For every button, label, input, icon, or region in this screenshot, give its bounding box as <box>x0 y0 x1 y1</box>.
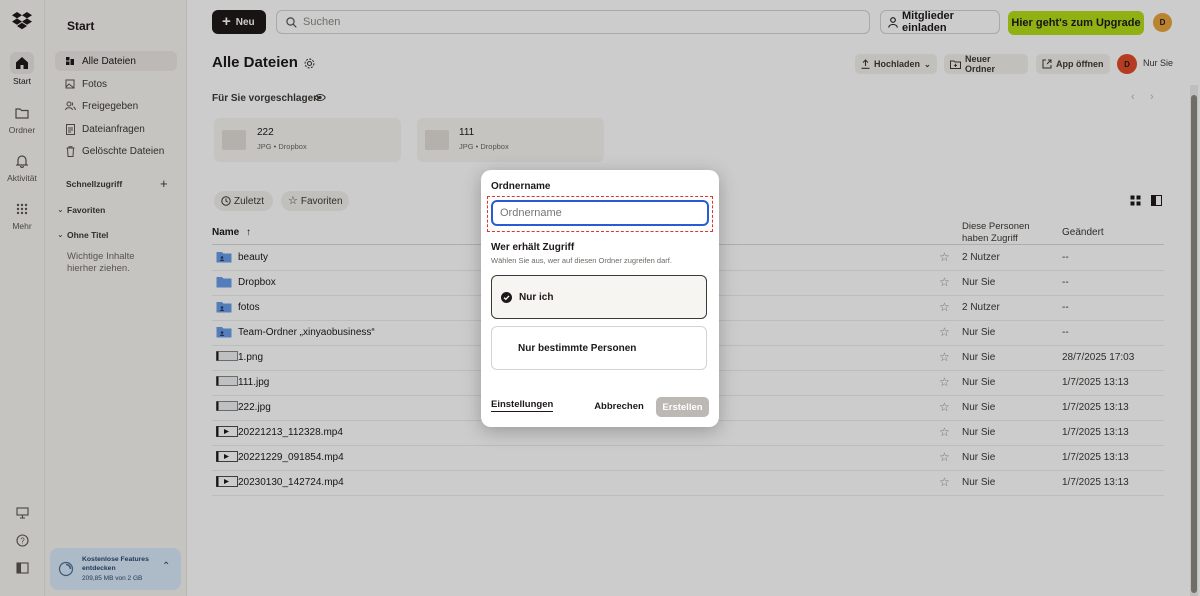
option-specific-people[interactable]: Nur bestimmte Personen <box>491 326 707 370</box>
folder-name-input[interactable] <box>491 200 709 226</box>
settings-link[interactable]: Einstellungen <box>491 399 554 412</box>
check-circle-icon <box>501 291 512 303</box>
access-title: Wer erhält Zugriff <box>491 242 575 253</box>
cancel-button[interactable]: Abbrechen <box>588 396 650 417</box>
option-only-me[interactable]: Nur ich <box>491 275 707 319</box>
create-folder-dialog: Ordnername Wer erhält Zugriff Wählen Sie… <box>481 170 719 427</box>
access-subtitle: Wählen Sie aus, wer auf diesen Ordner zu… <box>491 256 672 265</box>
create-button[interactable]: Erstellen <box>656 397 709 417</box>
option-label: Nur bestimmte Personen <box>518 342 637 354</box>
option-label: Nur ich <box>519 291 554 303</box>
folder-name-label: Ordnername <box>491 181 551 192</box>
